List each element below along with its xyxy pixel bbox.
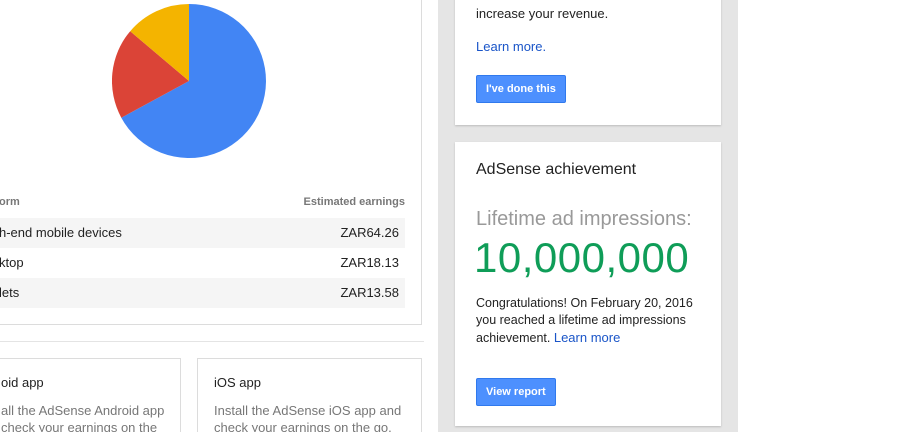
tip-text: increase your revenue. xyxy=(476,6,609,21)
ios-desc-line-1: Install the AdSense iOS app and xyxy=(214,403,402,418)
achievement-value: 10,000,000 xyxy=(474,234,690,281)
android-app-card[interactable]: oid app all the AdSense Android app chec… xyxy=(0,358,181,432)
achievement-card: AdSense achievement Lifetime ad impressi… xyxy=(455,142,721,426)
table-row: ktop ZAR18.13 xyxy=(0,248,405,278)
ios-desc-line-2: check your earnings on the go. xyxy=(214,420,392,432)
right-sidebar: increase your revenue. Learn more. I've … xyxy=(438,0,738,432)
achievement-learn-more-link[interactable]: Learn more xyxy=(554,330,620,345)
earnings-cell: ZAR64.26 xyxy=(340,225,399,240)
ios-app-description: Install the AdSense iOS app and check yo… xyxy=(214,402,401,432)
section-divider xyxy=(0,341,424,342)
view-report-button[interactable]: View report xyxy=(476,378,556,406)
done-this-button[interactable]: I've done this xyxy=(476,75,566,103)
platform-pie-chart xyxy=(112,4,266,158)
earnings-cell: ZAR18.13 xyxy=(340,255,399,270)
tip-card: increase your revenue. Learn more. I've … xyxy=(455,0,721,125)
platform-column-header: orm xyxy=(0,196,20,208)
table-row: h-end mobile devices ZAR64.26 xyxy=(0,218,405,248)
android-desc-line-1: all the AdSense Android app xyxy=(1,403,165,418)
earnings-cell: ZAR13.58 xyxy=(340,285,399,300)
earnings-column-header: Estimated earnings xyxy=(303,196,405,208)
earnings-by-platform-card: orm Estimated earnings h-end mobile devi… xyxy=(0,0,422,325)
table-row: lets ZAR13.58 xyxy=(0,278,405,308)
ios-app-title: iOS app xyxy=(214,375,261,390)
earnings-table-header: orm Estimated earnings xyxy=(0,196,405,210)
ios-app-card[interactable]: iOS app Install the AdSense iOS app and … xyxy=(197,358,422,432)
achievement-description: Congratulations! On February 20, 2016 yo… xyxy=(476,295,716,347)
android-desc-line-2: check your earnings on the xyxy=(1,420,158,432)
android-app-title: oid app xyxy=(1,375,44,390)
platform-cell: h-end mobile devices xyxy=(0,225,122,240)
achievement-title: AdSense achievement xyxy=(476,161,637,178)
platform-cell: lets xyxy=(0,285,20,300)
achievement-label: Lifetime ad impressions: xyxy=(476,208,692,230)
learn-more-link[interactable]: Learn more. xyxy=(476,39,546,54)
android-app-description: all the AdSense Android app check your e… xyxy=(1,402,164,432)
platform-cell: ktop xyxy=(0,255,24,270)
